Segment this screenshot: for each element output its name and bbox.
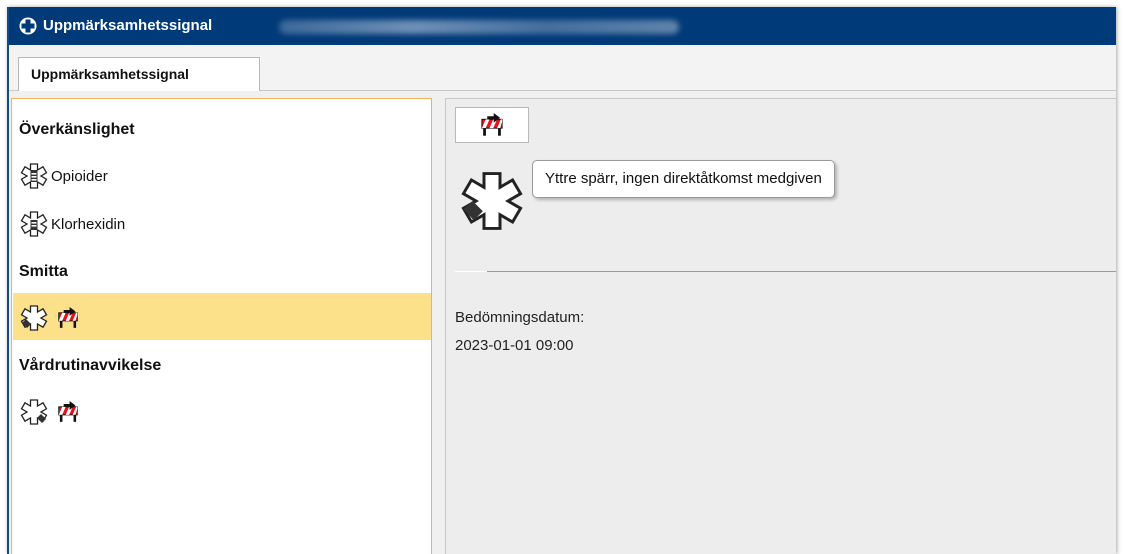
list-item-opioider[interactable]: Opioider: [19, 161, 108, 191]
star-of-life-icon: [461, 172, 523, 230]
pill-star-icon: [20, 211, 48, 237]
assessment-date-value: 2023-01-01 09:00: [455, 337, 574, 354]
barrier-signal-button[interactable]: [455, 107, 529, 143]
star-of-life-icon: [20, 399, 48, 425]
signal-tooltip: Yttre spärr, ingen direktåtkomst medgive…: [532, 160, 835, 198]
signal-list-panel: Överkänslighet Opioider Klorhexidin Smit…: [11, 98, 432, 554]
list-item-label: Opioider: [51, 167, 108, 185]
tab-uppmarksamhetssignal[interactable]: Uppmärksamhetssignal: [18, 57, 260, 91]
group-header-vardrutinavvikelse: Vårdrutinavvikelse: [19, 357, 162, 374]
star-of-life-icon: [20, 305, 48, 331]
group-header-smitta: Smitta: [19, 263, 68, 280]
window-title: Uppmärksamhetssignal: [43, 17, 213, 34]
barrier-icon: [58, 401, 78, 423]
separator: [455, 271, 1116, 272]
list-item-vardrutin-barrier[interactable]: [19, 397, 79, 427]
assessment-date-label: Bedömningsdatum:: [455, 309, 585, 326]
title-bar: Uppmärksamhetssignal: [9, 7, 1116, 45]
window: Uppmärksamhetssignal Uppmärksamhetssigna…: [7, 7, 1116, 554]
medical-cross-icon: [19, 17, 37, 35]
list-item-label: Klorhexidin: [51, 215, 126, 233]
tab-strip: Uppmärksamhetssignal: [9, 45, 1116, 91]
list-item-smitta-barrier[interactable]: [19, 303, 79, 333]
redacted-patient-info: [279, 20, 679, 34]
list-item-klorhexidin[interactable]: Klorhexidin: [19, 209, 125, 239]
signal-detail-panel: Yttre spärr, ingen direktåtkomst medgive…: [445, 98, 1116, 554]
barrier-icon: [58, 307, 78, 329]
group-header-overkanslighet: Överkänslighet: [19, 121, 135, 138]
pill-star-icon: [20, 163, 48, 189]
barrier-icon: [481, 113, 503, 137]
